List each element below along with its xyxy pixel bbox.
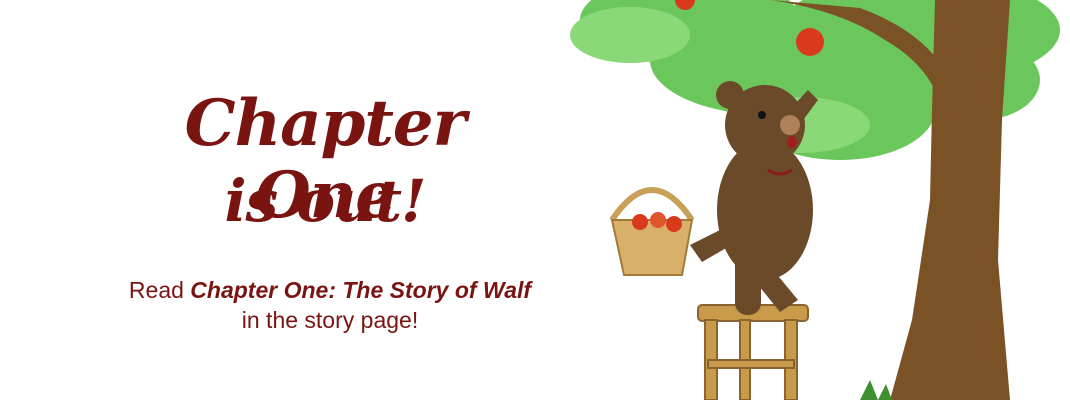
subtitle-prefix: Read [128,277,191,303]
basket-icon [609,187,695,276]
grass [860,380,892,400]
bear-picking-apples-illustration [570,0,1060,400]
chapter-one-banner[interactable]: Chapter One is out! Read Chapter One: Th… [0,0,1070,400]
bear-icon [690,81,818,315]
chapter-title: Chapter One: The Story of Walf [190,277,532,303]
subtitle-line-1: Read Chapter One: The Story of Walf [60,276,600,304]
stool [697,304,809,400]
apple-icon [796,28,824,56]
subtitle-line-2: in the story page! [241,307,419,333]
headline-is-out: is out! [224,167,427,235]
